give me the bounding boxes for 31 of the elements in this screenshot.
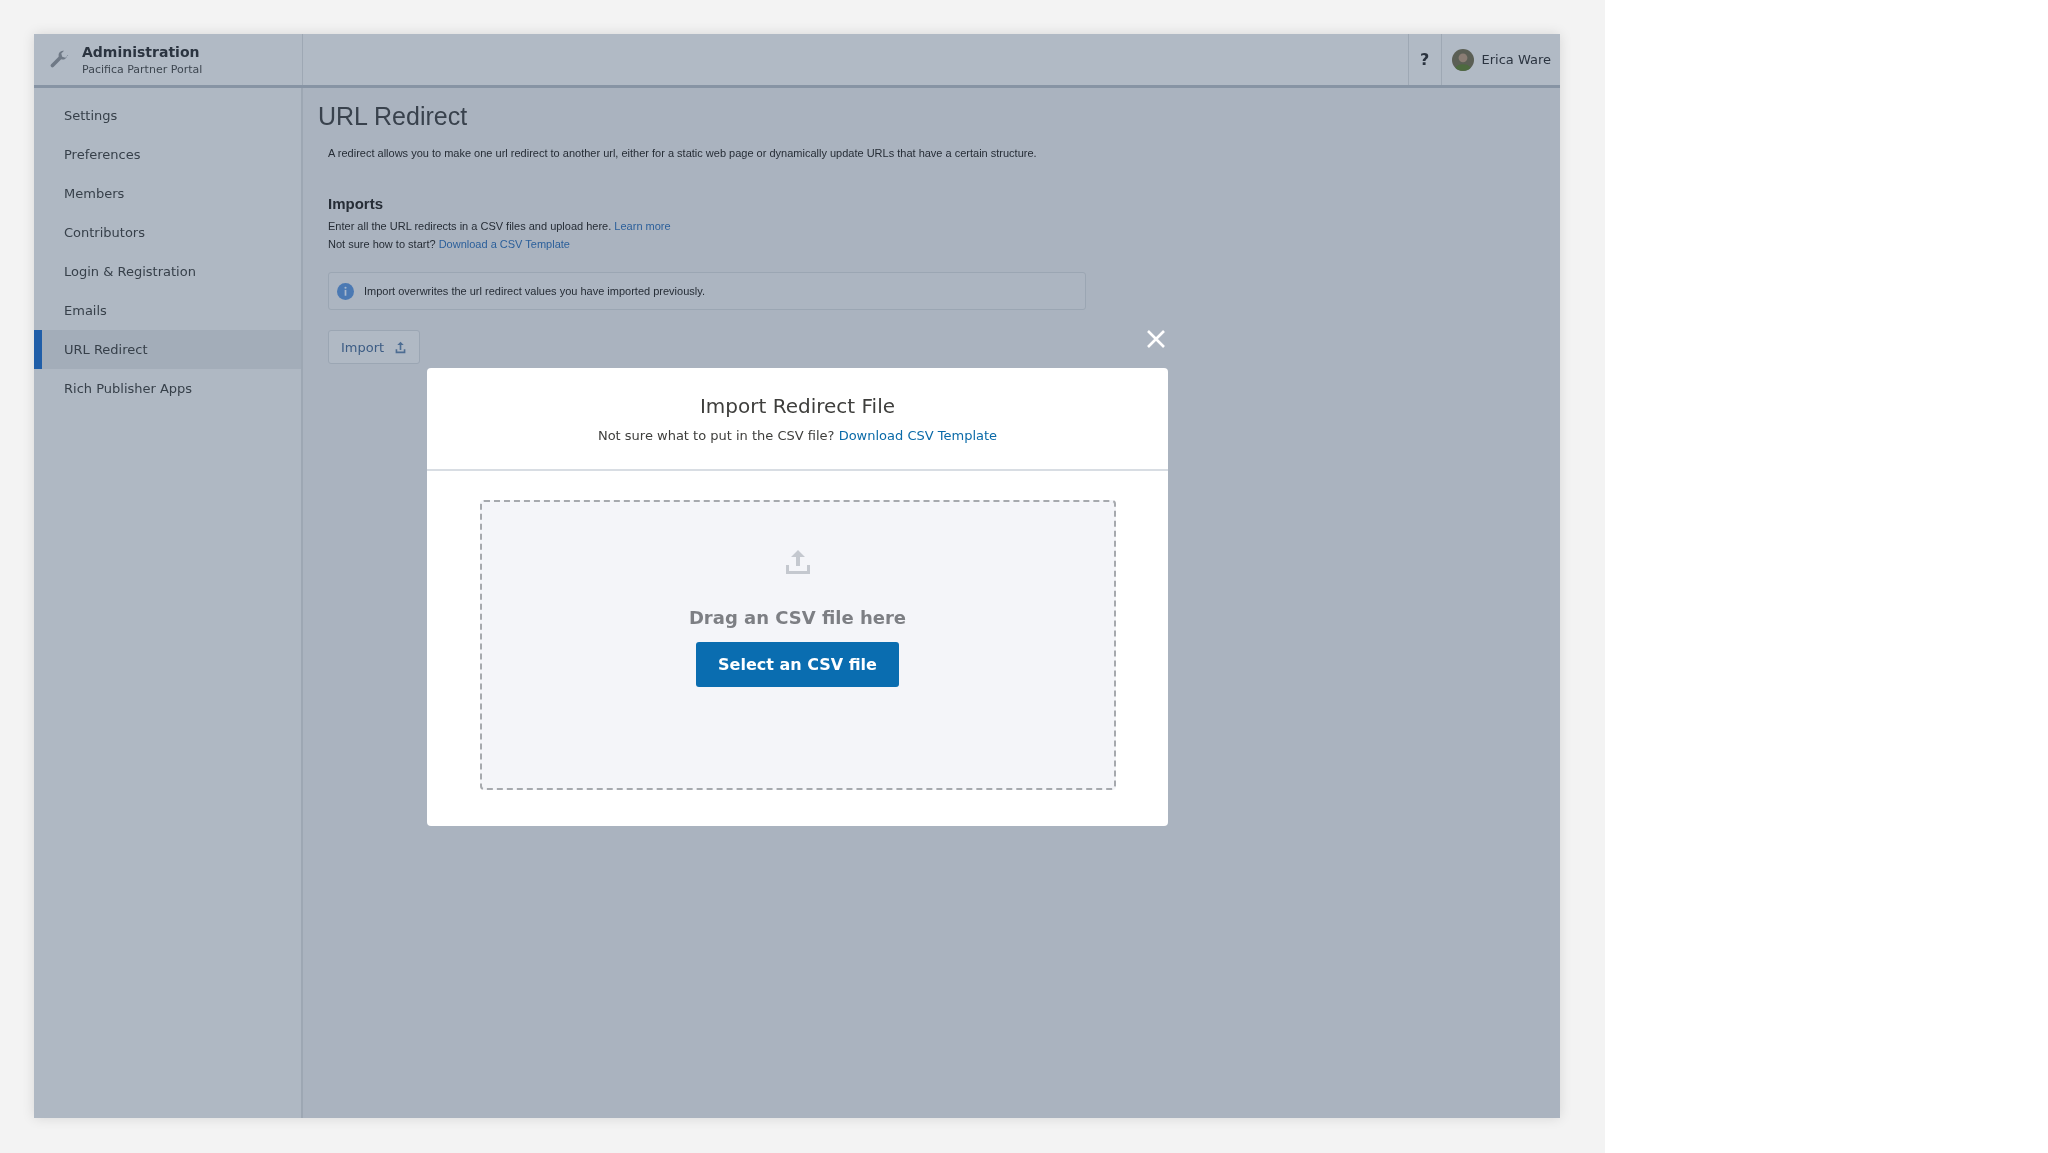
import-button[interactable]: Import — [328, 330, 421, 364]
imports-text: Enter all the URL redirects in a CSV files and upload here. Learn more — [328, 220, 672, 232]
template-link[interactable]: Download a CSV Template — [438, 238, 570, 250]
user-name[interactable]: Erica Ware — [1481, 52, 1551, 67]
sidebar-item[interactable]: URL Redirect — [34, 330, 301, 369]
app-title: Administration — [82, 43, 201, 60]
modal-title: Import Redirect File — [699, 394, 895, 418]
section-heading: Imports — [328, 195, 384, 212]
notice-text: Import overwrites the url redirect values you have imported previously. — [364, 285, 705, 297]
info-icon — [337, 282, 354, 300]
imports-text: Not sure how to start? Download a CSV Template — [328, 238, 571, 250]
select-file-button[interactable]: Select an CSV file — [696, 642, 899, 687]
sidebar-item[interactable]: Rich Publisher Apps — [34, 369, 301, 408]
close-icon[interactable] — [1146, 329, 1166, 349]
avatar-icon[interactable] — [1451, 48, 1474, 71]
drop-zone[interactable]: Drag an CSV file here Select an CSV file — [479, 500, 1116, 790]
sidebar-item[interactable]: Login & Registration — [34, 252, 301, 291]
download-template-link[interactable]: Download CSV Template — [838, 428, 998, 443]
modal-subtitle: Not sure what to put in the CSV file? Download CSV Template — [597, 428, 998, 443]
page-description: A redirect allows you to make one url redirect to another url, either for a static web page or dynamically update URLs that have a certain structure. — [328, 147, 1038, 159]
page-title: URL Redirect — [318, 102, 469, 131]
upload-icon — [394, 340, 408, 354]
learn-more-link[interactable]: Learn more — [614, 220, 671, 232]
help-button[interactable]: ? — [1407, 34, 1442, 85]
sidebar-item[interactable]: Settings — [34, 96, 301, 135]
app-subtitle: Pacifica Partner Portal — [82, 62, 203, 76]
sidebar-item[interactable]: Preferences — [34, 135, 301, 174]
sidebar-item[interactable]: Contributors — [34, 213, 301, 252]
drop-text: Drag an CSV file here — [688, 607, 907, 628]
sidebar-item[interactable]: Members — [34, 174, 301, 213]
sidebar-item[interactable]: Emails — [34, 291, 301, 330]
